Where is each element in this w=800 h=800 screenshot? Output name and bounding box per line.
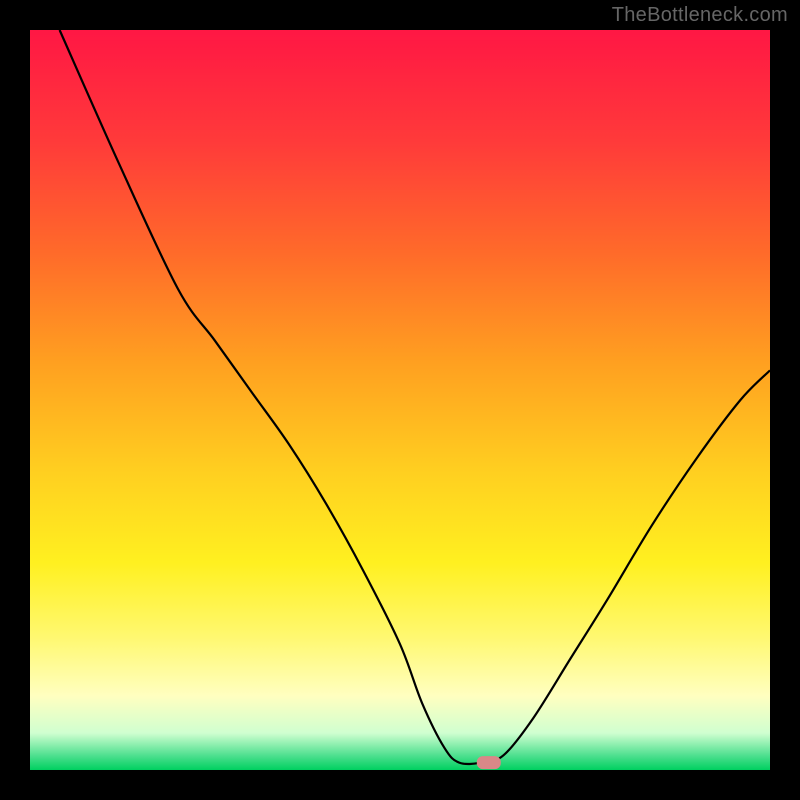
chart-gradient-background <box>30 30 770 770</box>
chart-svg <box>0 0 800 800</box>
optimal-point-marker <box>477 756 501 769</box>
watermark-text: TheBottleneck.com <box>612 4 788 27</box>
bottleneck-chart: TheBottleneck.com <box>0 0 800 800</box>
